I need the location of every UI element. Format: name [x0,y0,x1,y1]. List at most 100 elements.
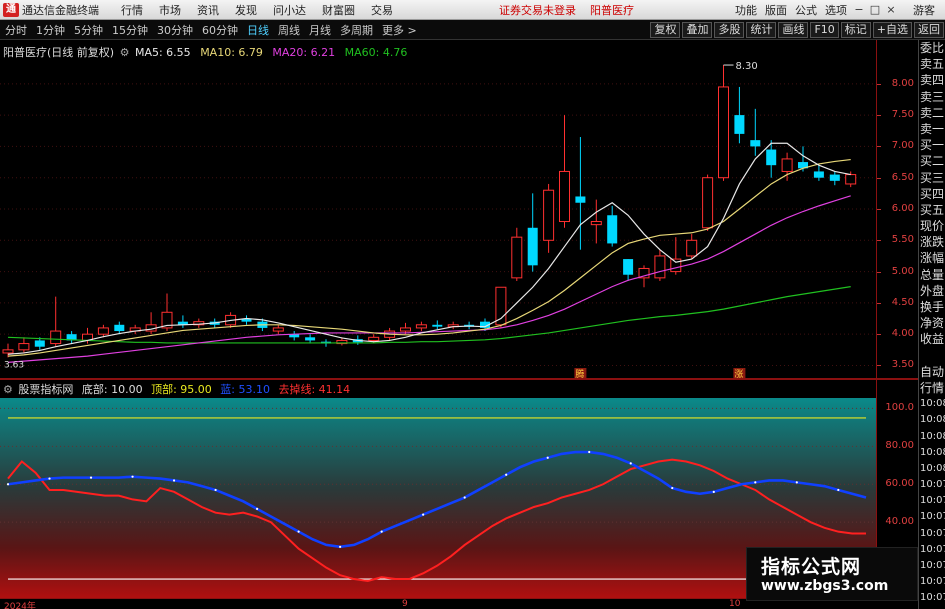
mark-button[interactable]: 标记 [840,21,871,38]
side-panel-item: 总量 [920,267,945,282]
side-panel-item: 10:07 [920,479,945,491]
period-1min[interactable]: 1分钟 [36,22,65,38]
price-tick-label: 3.50 [891,359,914,371]
candle-body [813,171,824,178]
blue-line-dot [671,486,674,490]
side-panel-item: 10:08 [920,414,945,426]
indicator-tick-label: 60.00 [885,478,914,490]
ma60-value: MA60: 4.76 [344,46,408,59]
menu-item-wealth[interactable]: 财富圈 [322,2,355,18]
price-tick-label: 5.00 [891,265,914,277]
menu-item-discover[interactable]: 发现 [235,2,257,18]
side-panel-item [919,348,945,364]
signal-marker-2: 涨 [734,369,743,378]
price-tick-mark [877,240,881,242]
side-panel-item: 10:08 [920,462,945,474]
close-icon[interactable]: × [883,3,899,16]
period-15min[interactable]: 15分钟 [112,22,148,38]
candle [686,234,698,260]
candle [654,249,666,281]
candlestick-chart[interactable]: 8.30 3.63 腾 涨 [0,40,876,378]
indicator-tick-label: 80.00 [885,440,914,452]
side-panel-item: 外盘 [920,283,945,298]
period-intraday[interactable]: 分时 [5,22,27,38]
period-more[interactable]: 更多 > [382,22,417,38]
overlay-button[interactable]: 叠加 [682,21,713,38]
back-button[interactable]: 返回 [914,21,944,38]
period-60min[interactable]: 60分钟 [202,22,238,38]
blue-line-dot [380,530,383,533]
restore-rights-button[interactable]: 复权 [650,21,681,38]
candle-body [114,324,125,332]
blue-line-dot [255,507,259,511]
candlestick-pane[interactable]: 8.30 3.63 腾 涨 [0,40,876,378]
multi-stock-button[interactable]: 多股 [714,21,745,38]
period-daily[interactable]: 日线 [247,22,269,38]
menu-item-formula[interactable]: 公式 [795,2,817,18]
price-tick-mark [877,334,881,336]
indicator-gear-icon[interactable]: ⚙ [3,383,13,396]
candle [66,331,77,344]
price-tick-mark [877,365,881,367]
menu-item-options[interactable]: 选项 [825,2,847,18]
side-panel-item[interactable]: 自动 [919,364,945,380]
watermark-title: 指标公式网 [761,556,862,578]
candle [114,321,125,335]
period-weekly[interactable]: 周线 [278,22,300,38]
side-panel-item: 卖五 [920,57,945,72]
candle-body [415,324,427,329]
price-tick-label: 7.50 [891,109,914,121]
menu-item-function[interactable]: 功能 [735,2,757,18]
maximize-icon[interactable]: □ [867,3,883,16]
candle [177,315,188,328]
blue-line-dot [795,481,798,484]
draw-line-button[interactable]: 画线 [778,21,809,38]
period-monthly[interactable]: 月线 [309,22,331,38]
menu-item-trade[interactable]: 交易 [371,2,393,18]
menu-item-markets[interactable]: 市场 [159,2,181,18]
trading-terminal: 通 通达信金融终端 行情 市场 资讯 发现 问小达 财富圈 交易 证券交易未登录… [0,0,945,609]
f10-button[interactable]: F10 [810,21,839,38]
indicator-chart[interactable] [0,380,876,598]
price-tick-label: 6.50 [891,171,914,183]
candle [718,65,729,181]
period-5min[interactable]: 5分钟 [74,22,103,38]
app-name: 通达信金融终端 [22,3,99,17]
menu-item-market[interactable]: 行情 [121,2,143,18]
candle [623,259,634,281]
blue-line-dot [6,483,10,486]
menu-item-news[interactable]: 资讯 [197,2,219,18]
side-panel-item: 10:07 [920,527,945,539]
add-watchlist-button[interactable]: +自选 [872,21,912,38]
user-name[interactable]: 游客 [913,2,935,18]
period-30min[interactable]: 30分钟 [157,22,193,38]
side-panel-item: 卖二 [920,105,945,120]
blue-line-dot [712,490,715,493]
side-panel-item: 换手 [920,300,945,314]
side-panel-item: 10:07 [920,592,945,604]
candle [511,227,523,281]
side-panel-item: 10:07 [920,543,945,555]
candle [18,337,30,353]
candle-body [654,255,666,279]
price-axis[interactable]: 8.00 7.50 7.00 6.50 6.00 5.50 5.00 4.50 4.00 3.50 [876,40,918,378]
signal-marker-1: 腾 [575,368,584,378]
menu-item-layout[interactable]: 版面 [765,2,787,18]
indicator-pane[interactable] [0,380,876,598]
price-tick-mark [877,177,881,179]
legend-gear-icon[interactable]: ⚙ [120,46,130,59]
side-panel-item: 卖三 [920,89,945,104]
minimize-icon[interactable]: − [851,3,867,16]
statistics-button[interactable]: 统计 [746,21,777,38]
blue-line-dot [214,488,217,492]
blue-line-dot [339,545,342,548]
candle-body [575,196,586,203]
side-panel-item[interactable]: 行情 [919,380,945,396]
time-label-year: 2024年 [4,602,36,609]
side-panel-item: 买一 [920,138,945,153]
period-multi[interactable]: 多周期 [340,22,373,38]
candle-body [527,227,538,266]
login-notice[interactable]: 证券交易未登录 [499,2,576,18]
candle-body [432,324,443,327]
menu-item-ask[interactable]: 问小达 [273,2,306,18]
